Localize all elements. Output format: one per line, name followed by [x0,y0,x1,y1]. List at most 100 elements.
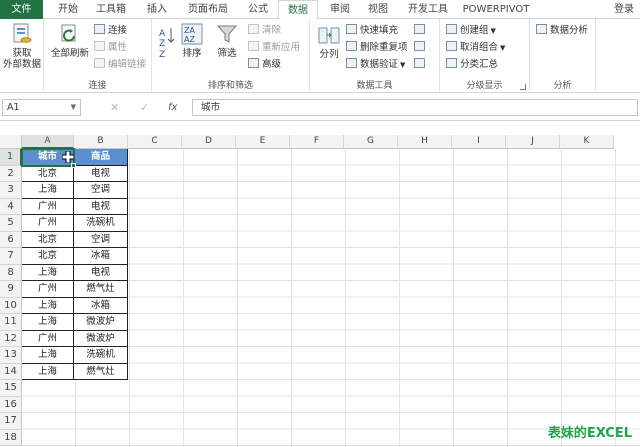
advanced-button[interactable]: 高级 [248,58,281,72]
formula-input[interactable]: 城市 [192,99,638,116]
table-cell[interactable]: 北京 [22,231,74,248]
tab-formulas[interactable]: 公式 [240,0,276,19]
refresh-all-button[interactable]: 全部刷新 [50,22,90,59]
insert-function-icon[interactable]: fx [168,99,177,116]
row-header-13[interactable]: 13 [0,347,22,364]
column-header-a[interactable]: A [22,135,74,149]
table-cell[interactable]: 上海 [22,314,74,331]
table-cell[interactable]: 广州 [22,215,74,232]
edit-links-button[interactable]: 编辑链接 [94,58,146,72]
table-cell[interactable]: 空调 [74,231,128,248]
reapply-button[interactable]: 重新应用 [248,41,300,55]
table-cell[interactable]: 广州 [22,330,74,347]
table-cell[interactable]: 北京 [22,165,74,182]
table-cell[interactable]: 广州 [22,198,74,215]
properties-button[interactable]: 属性 [94,41,127,55]
ungroup-button[interactable]: 取消组合 ▼ [446,41,505,55]
row-header-11[interactable]: 11 [0,314,22,331]
consolidate-button[interactable] [414,24,428,38]
table-header-cell[interactable]: 商品 [74,149,128,166]
row-header-4[interactable]: 4 [0,198,22,215]
column-header-f[interactable]: F [290,135,344,149]
row-header-5[interactable]: 5 [0,215,22,232]
connections-button[interactable]: 连接 [94,24,127,38]
row-header-8[interactable]: 8 [0,264,22,281]
row-header-7[interactable]: 7 [0,248,22,265]
row-header-17[interactable]: 17 [0,413,22,430]
column-header-d[interactable]: D [182,135,236,149]
table-cell[interactable]: 洗碗机 [74,347,128,364]
remove-duplicates-button[interactable]: 删除重复项 [346,41,408,55]
table-cell[interactable]: 冰箱 [74,297,128,314]
subtotal-button[interactable]: 分类汇总 [446,58,498,72]
tab-review[interactable]: 审阅 [322,0,358,19]
table-cell[interactable]: 电视 [74,165,128,182]
table-cell[interactable]: 燃气灶 [74,363,128,380]
fill-handle[interactable] [71,162,76,168]
clear-button[interactable]: 清除 [248,24,281,38]
row-header-2[interactable]: 2 [0,165,22,182]
row-header-1[interactable]: 1 [0,149,22,166]
tab-powerpivot[interactable]: POWERPIVOT [460,0,532,19]
data-validation-button[interactable]: 数据验证 ▼ [346,58,405,72]
column-header-h[interactable]: H [398,135,452,149]
enter-icon[interactable]: ✓ [140,99,149,116]
row-header-3[interactable]: 3 [0,182,22,199]
table-cell[interactable]: 微波炉 [74,314,128,331]
group-button[interactable]: 创建组 ▼ [446,24,496,38]
column-header-e[interactable]: E [236,135,290,149]
table-cell[interactable]: 电视 [74,198,128,215]
tab-developer[interactable]: 开发工具 [400,0,456,19]
flash-fill-button[interactable]: 快速填充 [346,24,398,38]
what-if-button[interactable] [414,41,428,55]
row-header-18[interactable]: 18 [0,429,22,446]
table-cell[interactable]: 北京 [22,248,74,265]
row-header-9[interactable]: 9 [0,281,22,298]
cell-area[interactable]: 城市 商品 北京 电视 上海 空调 广州 电视 广州 洗碗机 北京 空调 北京 冰箱 上海 电视 广州 燃气灶 上海… [21,148,640,447]
table-cell[interactable]: 洗碗机 [74,215,128,232]
chevron-down-icon[interactable]: ▼ [71,100,76,115]
tab-home[interactable]: 开始 [49,0,87,19]
text-to-columns-button[interactable]: 分列 [314,25,344,60]
table-cell[interactable]: 电视 [74,264,128,281]
column-header-j[interactable]: J [506,135,560,149]
row-header-14[interactable]: 14 [0,363,22,380]
column-header-i[interactable]: I [452,135,506,149]
get-external-data-button[interactable]: 获取 外部数据 [2,22,42,70]
watermark: 表妹的EXCEL [547,426,632,441]
table-cell[interactable]: 冰箱 [74,248,128,265]
sort-az-button[interactable]: A Z Z [158,25,176,63]
table-cell[interactable]: 微波炉 [74,330,128,347]
tab-insert[interactable]: 插入 [138,0,176,19]
column-header-k[interactable]: K [560,135,614,149]
sort-button[interactable]: ZA AZ 排序 [178,22,206,59]
tab-file[interactable]: 文件 [0,0,43,19]
data-analysis-button[interactable]: 数据分析 [536,24,588,38]
table-cell[interactable]: 上海 [22,182,74,199]
row-header-15[interactable]: 15 [0,380,22,397]
column-header-b[interactable]: B [74,135,128,149]
table-cell[interactable]: 上海 [22,297,74,314]
table-cell[interactable]: 上海 [22,363,74,380]
row-header-12[interactable]: 12 [0,330,22,347]
row-header-16[interactable]: 16 [0,396,22,413]
row-header-10[interactable]: 10 [0,297,22,314]
column-header-g[interactable]: G [344,135,398,149]
cancel-icon[interactable]: ✕ [110,99,119,116]
tab-data[interactable]: 数据 [278,0,318,20]
tab-view[interactable]: 视图 [360,0,396,19]
login-link[interactable]: 登录 [614,0,634,19]
tab-page-layout[interactable]: 页面布局 [180,0,236,19]
table-cell[interactable]: 广州 [22,281,74,298]
table-cell[interactable]: 上海 [22,347,74,364]
row-header-6[interactable]: 6 [0,231,22,248]
filter-button[interactable]: 筛选 [212,22,242,59]
select-all-corner[interactable] [0,135,22,149]
table-cell[interactable]: 上海 [22,264,74,281]
name-box[interactable]: A1 ▼ [2,99,81,116]
relationships-button[interactable] [414,58,428,72]
table-cell[interactable]: 燃气灶 [74,281,128,298]
table-cell[interactable]: 空调 [74,182,128,199]
tab-toolbox[interactable]: 工具箱 [89,0,133,19]
column-header-c[interactable]: C [128,135,182,149]
